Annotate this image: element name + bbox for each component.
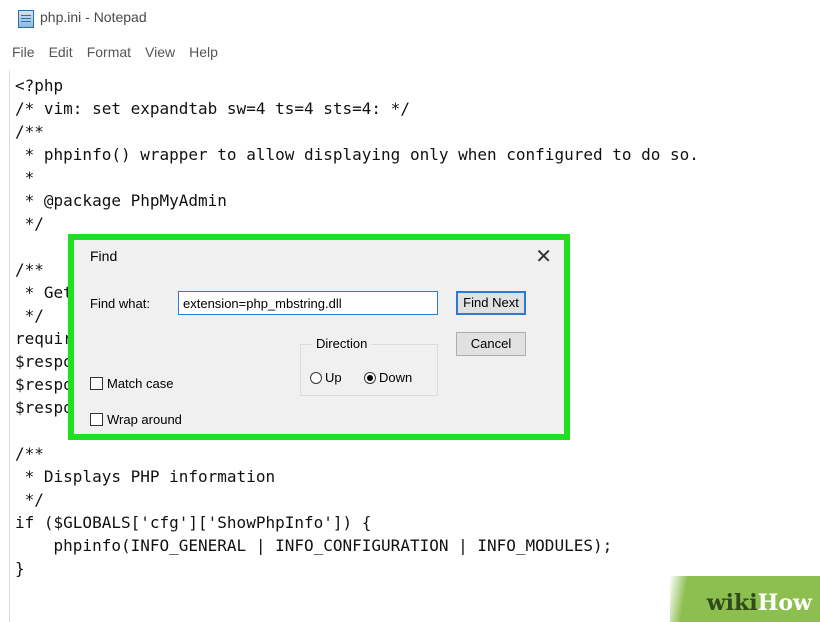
editor-left-border (9, 70, 10, 622)
find-what-label: Find what: (90, 296, 150, 311)
wrap-around-label: Wrap around (107, 412, 182, 427)
menu-view[interactable]: View (145, 44, 183, 66)
menu-help[interactable]: Help (189, 44, 226, 66)
radio-down[interactable]: Down (364, 370, 412, 385)
menu-file[interactable]: File (12, 44, 43, 66)
match-case-checkbox[interactable]: Match case (90, 376, 173, 391)
cancel-button[interactable]: Cancel (456, 332, 526, 356)
radio-up-indicator[interactable] (310, 371, 322, 384)
direction-label: Direction (312, 336, 372, 351)
wikihow-watermark: wikiHow (670, 576, 820, 622)
close-icon[interactable]: ✕ (535, 244, 552, 269)
title-bar: php.ini - Notepad (0, 0, 820, 36)
menu-format[interactable]: Format (87, 44, 139, 66)
window-title: php.ini - Notepad (40, 9, 147, 25)
radio-down-label: Down (379, 370, 413, 385)
menu-bar: File Edit Format View Help (0, 44, 232, 66)
find-dialog: Find ✕ Find what: Find Next Cancel Direc… (74, 240, 564, 434)
match-case-label: Match case (107, 376, 174, 391)
match-case-box[interactable] (90, 377, 103, 390)
radio-down-indicator[interactable] (364, 371, 376, 384)
find-next-button[interactable]: Find Next (456, 291, 526, 315)
menu-edit[interactable]: Edit (49, 44, 81, 66)
find-what-input[interactable] (178, 291, 438, 315)
find-dialog-title: Find (90, 248, 118, 264)
wikihow-logo: wikiHow (706, 590, 812, 616)
wrap-around-box[interactable] (90, 413, 103, 426)
radio-up[interactable]: Up (310, 370, 342, 385)
wrap-around-checkbox[interactable]: Wrap around (90, 412, 182, 427)
notepad-icon (18, 10, 34, 28)
radio-up-label: Up (325, 370, 342, 385)
